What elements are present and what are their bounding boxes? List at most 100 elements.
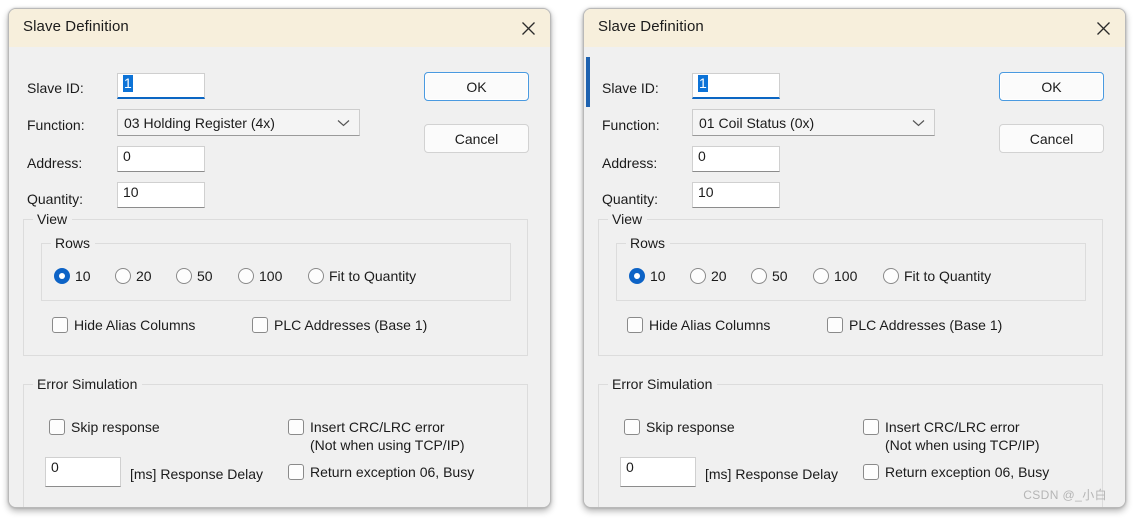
radio-mark-icon	[54, 268, 70, 284]
rows-group-title: Rows	[626, 235, 671, 251]
quantity-label: Quantity:	[27, 191, 84, 207]
cancel-button-label: Cancel	[1029, 130, 1074, 147]
address-input[interactable]: 0	[117, 146, 205, 172]
dialog-body: Slave ID: 1 Function: 03 Holding Registe…	[9, 47, 550, 507]
checkbox-mark-icon	[624, 419, 640, 435]
rows-radio-10-label: 10	[650, 268, 666, 284]
response-delay-input[interactable]: 0	[45, 457, 121, 487]
checkbox-mark-icon	[52, 317, 68, 333]
rows-radio-50[interactable]: 50	[751, 268, 788, 284]
close-icon[interactable]	[1081, 9, 1125, 47]
radio-mark-icon	[308, 268, 324, 284]
response-delay-input[interactable]: 0	[620, 457, 696, 487]
slave-definition-dialog-right: Slave Definition Slave ID: 1 Function: 0…	[583, 8, 1126, 508]
checkbox-mark-icon	[49, 419, 65, 435]
rows-group: Rows 10 20 50 100 Fit to Quantity	[41, 235, 511, 301]
titlebar: Slave Definition	[584, 9, 1125, 47]
rows-radio-fit-to-quantity-label: Fit to Quantity	[904, 268, 992, 284]
checkbox-mark-icon	[627, 317, 643, 333]
view-group-title: View	[33, 211, 73, 227]
radio-mark-icon	[813, 268, 829, 284]
plc-addresses-label: PLC Addresses (Base 1)	[849, 317, 1003, 333]
hide-alias-columns-checkbox[interactable]: Hide Alias Columns	[52, 316, 195, 334]
insert-crc-lrc-error-sublabel: (Not when using TCP/IP)	[885, 437, 1040, 453]
skip-response-checkbox[interactable]: Skip response	[49, 418, 160, 436]
checkbox-mark-icon	[863, 419, 879, 435]
skip-response-checkbox[interactable]: Skip response	[624, 418, 735, 436]
checkbox-mark-icon	[863, 464, 879, 480]
cancel-button[interactable]: Cancel	[424, 124, 529, 153]
ok-button-label: OK	[1041, 78, 1062, 95]
slave-id-value: 1	[123, 75, 133, 92]
function-selected-value: 03 Holding Register (4x)	[124, 114, 275, 131]
slave-id-label: Slave ID:	[602, 80, 659, 96]
checkbox-mark-icon	[288, 464, 304, 480]
address-value: 0	[123, 148, 131, 164]
edge-accent-bar	[586, 57, 590, 107]
cancel-button-label: Cancel	[454, 130, 499, 147]
radio-mark-icon	[883, 268, 899, 284]
radio-mark-icon	[115, 268, 131, 284]
slave-id-label: Slave ID:	[27, 80, 84, 96]
rows-radio-20[interactable]: 20	[115, 268, 152, 284]
chevron-down-icon	[337, 119, 350, 127]
view-group: View Rows 10 20 50 100 Fit to Quantity H…	[598, 211, 1103, 356]
return-exception-label: Return exception 06, Busy	[885, 464, 1050, 480]
rows-radio-50[interactable]: 50	[176, 268, 213, 284]
quantity-input[interactable]: 10	[117, 182, 205, 208]
ok-button[interactable]: OK	[424, 72, 529, 101]
plc-addresses-checkbox[interactable]: PLC Addresses (Base 1)	[252, 316, 427, 334]
rows-radio-10[interactable]: 10	[54, 268, 91, 284]
plc-addresses-checkbox[interactable]: PLC Addresses (Base 1)	[827, 316, 1002, 334]
rows-radio-20-label: 20	[136, 268, 152, 284]
radio-mark-icon	[629, 268, 645, 284]
view-group-title: View	[608, 211, 648, 227]
quantity-input[interactable]: 10	[692, 182, 780, 208]
function-selected-value: 01 Coil Status (0x)	[699, 114, 815, 131]
function-select[interactable]: 01 Coil Status (0x)	[692, 109, 935, 136]
quantity-label: Quantity:	[602, 191, 659, 207]
quantity-value: 10	[123, 184, 139, 200]
insert-crc-lrc-error-checkbox[interactable]: Insert CRC/LRC error (Not when using TCP…	[288, 418, 465, 454]
cancel-button[interactable]: Cancel	[999, 124, 1104, 153]
rows-radio-10[interactable]: 10	[629, 268, 666, 284]
slave-definition-dialog-left: Slave Definition Slave ID: 1 Function: 0…	[8, 8, 551, 508]
rows-group-title: Rows	[51, 235, 96, 251]
watermark: CSDN @_小白	[1023, 488, 1107, 502]
skip-response-label: Skip response	[71, 419, 160, 435]
rows-radio-fit-to-quantity[interactable]: Fit to Quantity	[308, 268, 416, 284]
dialog-title: Slave Definition	[598, 18, 704, 35]
slave-id-input[interactable]: 1	[117, 73, 205, 99]
close-icon[interactable]	[506, 9, 550, 47]
insert-crc-lrc-error-label: Insert CRC/LRC error	[310, 419, 445, 435]
response-delay-label: [ms] Response Delay	[705, 466, 839, 482]
rows-radio-50-label: 50	[772, 268, 788, 284]
return-exception-label: Return exception 06, Busy	[310, 464, 475, 480]
slave-id-value: 1	[698, 75, 708, 92]
checkbox-mark-icon	[827, 317, 843, 333]
error-simulation-group-title: Error Simulation	[608, 376, 718, 392]
rows-radio-100-label: 100	[259, 268, 283, 284]
dialog-title: Slave Definition	[23, 18, 129, 35]
return-exception-checkbox[interactable]: Return exception 06, Busy	[288, 463, 474, 481]
rows-radio-10-label: 10	[75, 268, 91, 284]
slave-id-input[interactable]: 1	[692, 73, 780, 99]
rows-radio-20[interactable]: 20	[690, 268, 727, 284]
rows-radio-fit-to-quantity[interactable]: Fit to Quantity	[883, 268, 991, 284]
error-simulation-group-title: Error Simulation	[33, 376, 143, 392]
rows-radio-100[interactable]: 100	[238, 268, 282, 284]
checkbox-mark-icon	[252, 317, 268, 333]
checkbox-mark-icon	[288, 419, 304, 435]
function-select[interactable]: 03 Holding Register (4x)	[117, 109, 360, 136]
ok-button-label: OK	[466, 78, 487, 95]
address-value: 0	[698, 148, 706, 164]
insert-crc-lrc-error-checkbox[interactable]: Insert CRC/LRC error (Not when using TCP…	[863, 418, 1040, 454]
skip-response-label: Skip response	[646, 419, 735, 435]
address-input[interactable]: 0	[692, 146, 780, 172]
return-exception-checkbox[interactable]: Return exception 06, Busy	[863, 463, 1049, 481]
dialog-body: Slave ID: 1 Function: 01 Coil Status (0x…	[584, 47, 1125, 507]
ok-button[interactable]: OK	[999, 72, 1104, 101]
rows-radio-100[interactable]: 100	[813, 268, 857, 284]
hide-alias-columns-checkbox[interactable]: Hide Alias Columns	[627, 316, 770, 334]
quantity-value: 10	[698, 184, 714, 200]
